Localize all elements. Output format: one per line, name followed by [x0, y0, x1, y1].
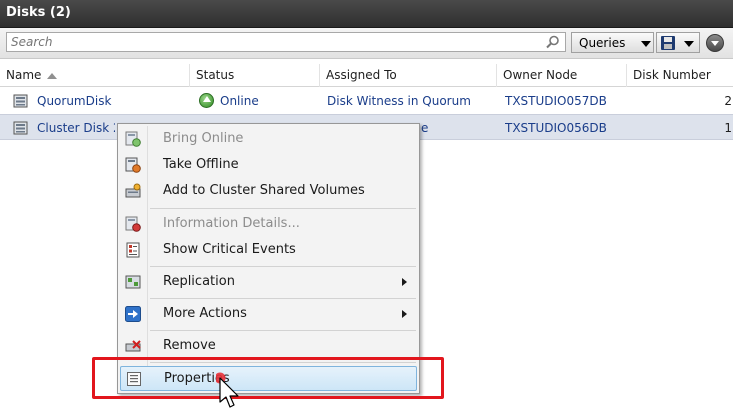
- submenu-arrow-icon: [402, 278, 407, 286]
- disk-assigned-to: e: [421, 121, 429, 135]
- table-row[interactable]: QuorumDisk Online Disk Witness in Quorum…: [0, 88, 733, 114]
- dropdown-arrow-icon: [641, 41, 651, 47]
- menu-separator: [150, 208, 416, 209]
- search-box[interactable]: [6, 32, 566, 52]
- online-status-icon: [199, 93, 214, 108]
- disk-number: 1: [724, 121, 732, 135]
- critical-events-icon: [126, 242, 140, 258]
- disk-status: Online: [220, 94, 259, 108]
- title-bar: Disks (2): [0, 0, 733, 28]
- queries-label: Queries: [579, 36, 626, 50]
- menu-item-label: Take Offline: [163, 157, 239, 172]
- column-name-label: Name: [6, 68, 42, 82]
- remove-icon: [125, 340, 141, 352]
- menu-item-label: Remove: [163, 338, 216, 353]
- disk-icon: [13, 121, 28, 135]
- search-input[interactable]: [7, 33, 537, 51]
- disk-assigned-to: Disk Witness in Quorum: [327, 94, 471, 108]
- menu-item-label: Add to Cluster Shared Volumes: [163, 183, 365, 198]
- menu-separator: [150, 266, 416, 267]
- disk-name: Cluster Disk 2: [37, 121, 115, 135]
- menu-item-label: Show Critical Events: [163, 242, 296, 257]
- column-assigned-label: Assigned To: [326, 68, 397, 82]
- disk-name: QuorumDisk: [37, 94, 112, 108]
- save-query-button[interactable]: [656, 32, 700, 53]
- queries-button[interactable]: Queries: [571, 32, 654, 53]
- disk-number: 2: [724, 94, 732, 108]
- annotation-highlight-box: [92, 357, 444, 399]
- toolbar: Queries: [0, 28, 733, 59]
- submenu-arrow-icon: [402, 310, 407, 318]
- column-header-row: Name Status Assigned To Owner Node Disk …: [0, 64, 733, 87]
- dropdown-arrow-icon: [684, 41, 694, 47]
- menu-item-remove[interactable]: Remove: [120, 334, 417, 358]
- menu-item-label: Information Details...: [163, 216, 300, 231]
- column-header-status[interactable]: Status: [190, 64, 320, 87]
- add-csv-icon: [125, 183, 141, 198]
- expand-chevron-icon[interactable]: [706, 34, 724, 52]
- take-offline-icon: [125, 157, 141, 173]
- menu-item-bring-online[interactable]: Bring Online: [120, 127, 417, 151]
- menu-item-label: More Actions: [163, 306, 247, 321]
- mouse-cursor-icon: [216, 372, 239, 408]
- column-header-disk-number[interactable]: Disk Number: [627, 64, 733, 87]
- information-details-icon: [125, 216, 141, 232]
- column-header-assigned-to[interactable]: Assigned To: [320, 64, 497, 87]
- panel-title: Disks (2): [6, 5, 71, 20]
- save-icon: [661, 36, 675, 50]
- menu-item-take-offline[interactable]: Take Offline: [120, 153, 417, 177]
- sort-ascending-icon: [47, 72, 58, 79]
- disk-icon: [13, 94, 28, 108]
- bring-online-icon: [125, 131, 141, 147]
- menu-item-add-csv[interactable]: Add to Cluster Shared Volumes: [120, 179, 417, 203]
- column-header-name[interactable]: Name: [0, 64, 190, 87]
- column-status-label: Status: [196, 68, 235, 82]
- replication-icon: [125, 275, 141, 289]
- menu-separator: [150, 330, 416, 331]
- disk-owner-node: TXSTUDIO056DB: [505, 121, 607, 135]
- menu-item-replication[interactable]: Replication: [120, 270, 417, 294]
- disk-owner-node: TXSTUDIO057DB: [505, 94, 607, 108]
- context-menu: Bring Online Take Offline Add to Cluster…: [117, 123, 420, 394]
- more-actions-icon: [125, 306, 141, 322]
- search-icon[interactable]: [545, 35, 561, 49]
- menu-item-show-critical-events[interactable]: Show Critical Events: [120, 238, 417, 262]
- column-header-owner-node[interactable]: Owner Node: [497, 64, 627, 87]
- menu-item-label: Replication: [163, 274, 235, 289]
- column-owner-label: Owner Node: [503, 68, 578, 82]
- menu-separator: [150, 298, 416, 299]
- column-disk-number-label: Disk Number: [633, 68, 711, 82]
- menu-item-more-actions[interactable]: More Actions: [120, 302, 417, 326]
- menu-item-information-details[interactable]: Information Details...: [120, 212, 417, 236]
- menu-item-label: Bring Online: [163, 131, 244, 146]
